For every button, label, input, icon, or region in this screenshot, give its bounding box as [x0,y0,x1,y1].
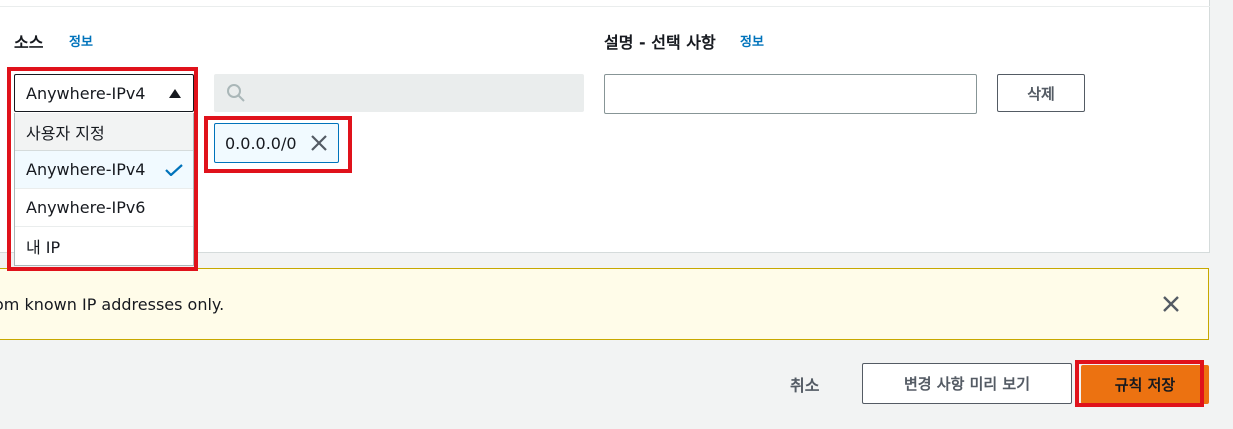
preview-changes-button[interactable]: 변경 사항 미리 보기 [862,363,1072,404]
source-select-value: Anywhere-IPv4 [26,83,146,103]
search-icon [227,84,245,102]
remove-token-button[interactable] [310,134,328,152]
option-anywhere-ipv6[interactable]: Anywhere-IPv6 [15,189,193,227]
option-label: Anywhere-IPv6 [26,198,146,217]
cancel-button[interactable]: 취소 [790,372,819,396]
source-label: 소스 [14,33,44,52]
checkmark-icon [165,163,183,176]
save-rules-button[interactable]: 규칙 저장 [1081,365,1209,404]
divider [0,6,1210,7]
warning-text: om known IP addresses only. [0,294,225,314]
dismiss-warning-button[interactable] [1162,295,1180,313]
source-select[interactable]: Anywhere-IPv4 [14,74,194,112]
cidr-token-label: 0.0.0.0/0 [225,133,297,153]
option-anywhere-ipv4[interactable]: Anywhere-IPv4 [15,151,193,189]
option-label: 사용자 지정 [26,123,105,143]
cidr-search-input[interactable] [214,74,584,112]
option-custom[interactable]: 사용자 지정 [15,113,193,151]
caret-up-icon [169,88,181,98]
close-icon [1163,296,1179,312]
option-label: 내 IP [26,238,61,257]
option-my-ip[interactable]: 내 IP [15,227,193,265]
option-label: Anywhere-IPv4 [26,160,146,179]
delete-button[interactable]: 삭제 [997,74,1085,112]
description-info-link[interactable]: 정보 [740,31,764,50]
source-info-link[interactable]: 정보 [69,31,93,50]
warning-banner: om known IP addresses only. [0,268,1209,340]
description-label: 설명 - 선택 사항 [604,33,716,52]
description-input[interactable] [604,74,977,114]
cidr-token: 0.0.0.0/0 [214,123,339,163]
source-dropdown: 사용자 지정 Anywhere-IPv4 Anywhere-IPv6 내 IP [14,113,194,266]
close-icon [311,135,327,151]
